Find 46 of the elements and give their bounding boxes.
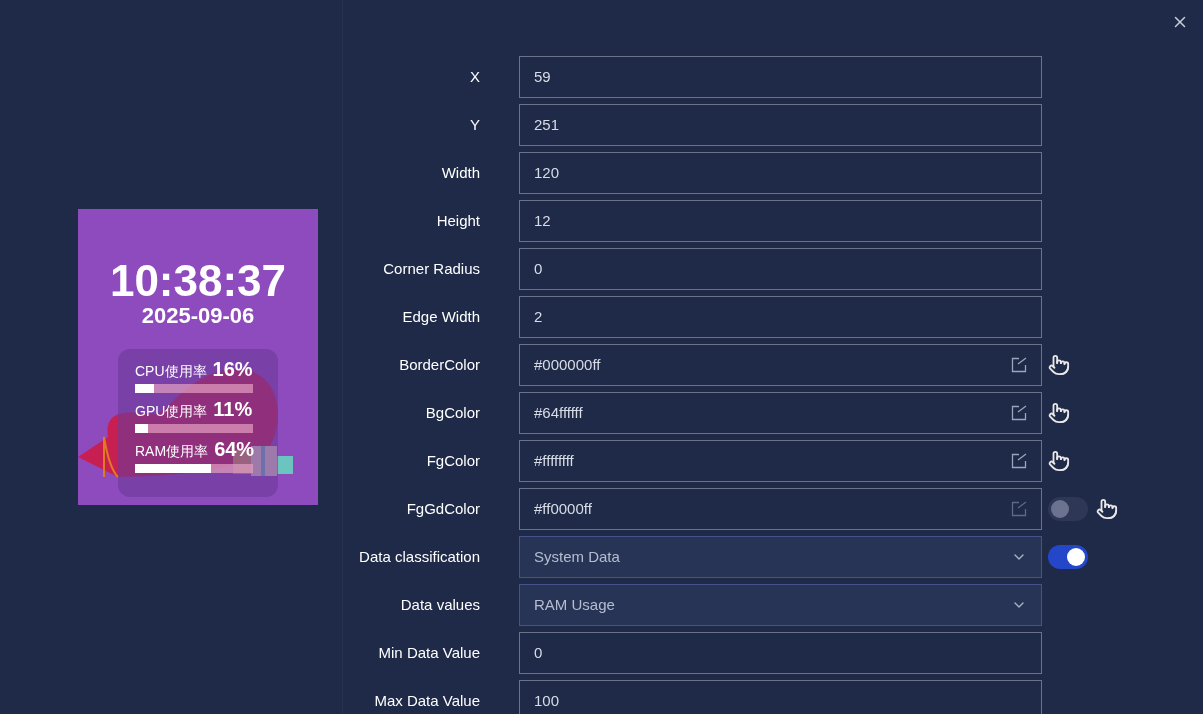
input-field[interactable]: 12 (519, 200, 1042, 242)
input-field[interactable]: 100 (519, 680, 1042, 714)
input-field[interactable]: 0 (519, 248, 1042, 290)
input-field[interactable]: 2 (519, 296, 1042, 338)
input-field[interactable]: #64ffffff (519, 392, 1042, 434)
field-label: FgGdColor (405, 498, 481, 519)
dropdown[interactable]: System Data (519, 536, 1042, 578)
hand-pointer-icon[interactable] (1048, 450, 1070, 472)
field-label: Y (469, 114, 481, 135)
field-label: FgColor (425, 450, 481, 471)
field-label: Data classification (358, 546, 481, 567)
edit-icon[interactable] (1011, 501, 1027, 517)
input-field[interactable]: 251 (519, 104, 1042, 146)
field-label: BgColor (424, 402, 481, 423)
meter-value: 11% (213, 397, 253, 422)
field-label: Width (440, 162, 481, 183)
input-field[interactable]: #ffffffff (519, 440, 1042, 482)
input-field[interactable]: 59 (519, 56, 1042, 98)
meter-label: RAM使用率 (135, 442, 209, 461)
field-label: Max Data Value (373, 690, 481, 711)
field-label: Corner Radius (382, 258, 481, 279)
field-label: Min Data Value (377, 642, 481, 663)
hand-pointer-icon[interactable] (1048, 354, 1070, 376)
hand-pointer-icon[interactable] (1096, 498, 1118, 520)
hand-pointer-icon[interactable] (1048, 402, 1070, 424)
edit-icon[interactable] (1011, 357, 1027, 373)
meter-value: 16% (212, 357, 253, 382)
toggle-switch[interactable] (1048, 545, 1088, 569)
field-label: BorderColor (398, 354, 481, 375)
clock-time: 10:38:37 (109, 259, 287, 303)
input-field[interactable]: 120 (519, 152, 1042, 194)
edit-icon[interactable] (1011, 453, 1027, 469)
field-label: X (469, 66, 481, 87)
field-label: Data values (399, 594, 481, 615)
input-field[interactable]: #ff0000ff (519, 488, 1042, 530)
input-field[interactable]: #000000ff (519, 344, 1042, 386)
edit-icon[interactable] (1011, 405, 1027, 421)
input-field[interactable]: 0 (519, 632, 1042, 674)
field-label: Edge Width (401, 306, 481, 327)
clock-date: 2025-09-06 (141, 305, 255, 327)
toggle-switch[interactable] (1048, 497, 1088, 521)
meter-label: GPU使用率 (135, 402, 208, 421)
meter-label: CPU使用率 (135, 362, 207, 381)
meter-value: 64% (214, 437, 255, 462)
dropdown[interactable]: RAM Usage (519, 584, 1042, 626)
field-label: Height (435, 210, 481, 231)
